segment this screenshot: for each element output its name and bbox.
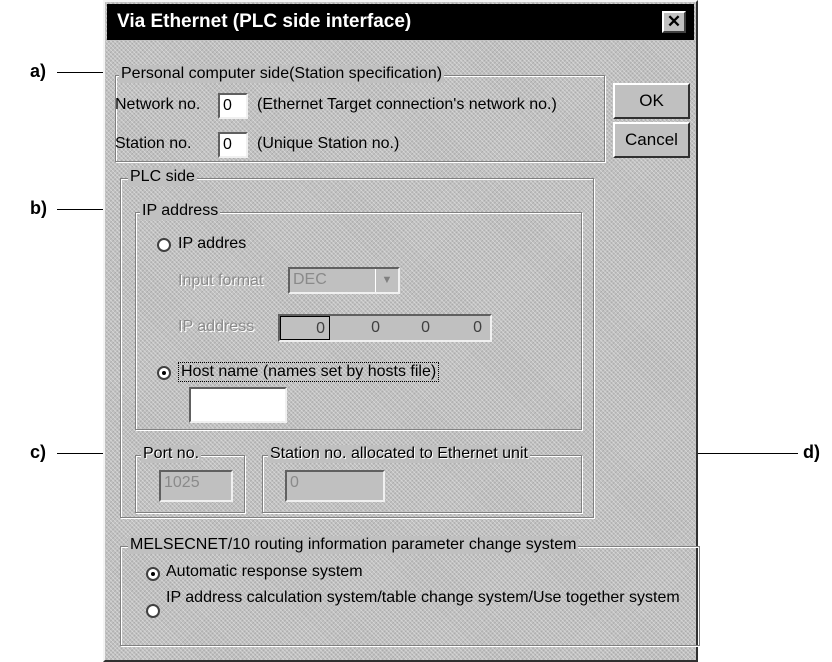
station-allocated-legend: Station no. allocated to Ethernet unit — [268, 445, 530, 463]
ip-octet-3[interactable]: 0 — [384, 316, 434, 340]
network-no-input[interactable]: 0 — [218, 93, 248, 119]
ip-address-field[interactable]: 0 0 0 0 — [278, 314, 492, 342]
station-no-input[interactable]: 0 — [218, 132, 248, 158]
ok-button[interactable]: OK — [613, 83, 690, 119]
melsecnet-legend: MELSECNET/10 routing information paramet… — [128, 536, 579, 554]
ip-address-radio-label: IP addres — [178, 235, 247, 252]
input-format-label: Input format — [178, 272, 264, 289]
host-name-radio[interactable] — [157, 366, 171, 380]
annotation-b: b) — [30, 198, 47, 218]
dialog-title: Via Ethernet (PLC side interface) — [117, 11, 412, 32]
annotation-a: a) — [30, 61, 47, 81]
port-no-legend: Port no. — [141, 445, 202, 463]
ip-calculation-label: IP address calculation system/table chan… — [166, 589, 680, 606]
ip-octet-4[interactable]: 0 — [436, 316, 486, 340]
ip-calculation-radio[interactable] — [146, 604, 160, 618]
annotation-d: d) — [803, 442, 820, 462]
chevron-down-icon[interactable]: ▼ — [375, 269, 398, 292]
port-no-input[interactable]: 1025 — [159, 470, 233, 502]
host-name-radio-label: Host name (names set by hosts file) — [178, 362, 440, 382]
ip-address-group-legend: IP address — [140, 202, 221, 220]
ip-address-radio[interactable] — [157, 238, 171, 252]
automatic-response-radio[interactable] — [146, 567, 160, 581]
pc-side-legend: Personal computer side(Station specifica… — [119, 65, 445, 83]
station-no-description: (Unique Station no.) — [257, 135, 400, 152]
input-format-select[interactable]: DEC ▼ — [288, 267, 400, 294]
station-allocated-input[interactable]: 0 — [285, 470, 385, 502]
network-no-description: (Ethernet Target connection's network no… — [257, 96, 557, 113]
close-icon[interactable]: ✕ — [662, 11, 686, 33]
automatic-response-label: Automatic response system — [166, 563, 363, 580]
plc-side-legend: PLC side — [128, 168, 197, 186]
cancel-button[interactable]: Cancel — [613, 122, 690, 158]
host-name-input[interactable] — [189, 387, 287, 423]
via-ethernet-dialog: Via Ethernet (PLC side interface) ✕ Pers… — [103, 0, 700, 662]
ip-address-field-label: IP address — [178, 318, 255, 335]
station-no-label: Station no. — [115, 135, 192, 152]
ip-octet-2[interactable]: 0 — [332, 316, 384, 340]
annotation-c: c) — [30, 442, 47, 462]
input-format-value: DEC — [293, 271, 327, 288]
dialog-titlebar[interactable]: Via Ethernet (PLC side interface) ✕ — [107, 4, 694, 40]
ip-octet-1[interactable]: 0 — [280, 316, 330, 340]
network-no-label: Network no. — [115, 96, 201, 113]
